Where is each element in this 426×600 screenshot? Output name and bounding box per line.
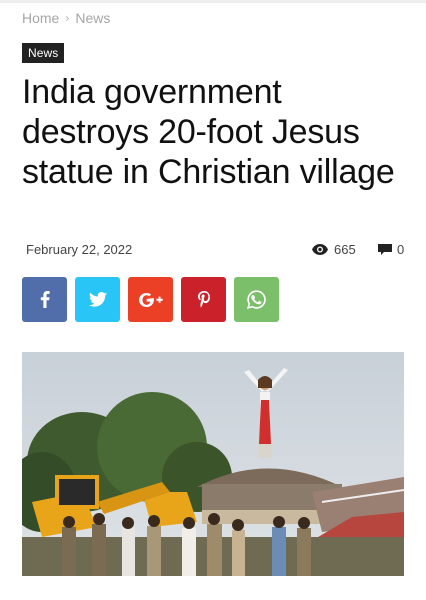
eye-icon [312,244,328,255]
breadcrumb-separator: › [65,11,70,25]
article-image [22,352,404,576]
breadcrumb: Home › News [22,10,110,26]
facebook-icon [40,291,50,308]
breadcrumb-news-link[interactable]: News [75,10,110,26]
share-buttons [22,277,279,322]
google-plus-share-button[interactable] [128,277,173,322]
view-count: 665 [312,242,356,257]
whatsapp-share-button[interactable] [234,277,279,322]
comment-count-value: 0 [397,242,405,257]
twitter-share-button[interactable] [75,277,120,322]
category-tag[interactable]: News [22,43,65,63]
article-date: February 22, 2022 [26,242,133,257]
statue-demolition-photo [22,352,404,576]
google-plus-icon [138,292,163,307]
top-divider [0,0,426,3]
article-title: India government destroys 20-foot Jesus … [22,73,395,191]
view-count-value: 665 [334,242,356,257]
comment-count[interactable]: 0 [378,242,404,257]
breadcrumb-home-link[interactable]: Home [22,10,59,26]
pinterest-icon [197,291,210,308]
facebook-share-button[interactable] [22,277,67,322]
comment-icon [378,244,392,255]
twitter-icon [88,292,107,307]
whatsapp-icon [247,290,266,309]
pinterest-share-button[interactable] [181,277,226,322]
